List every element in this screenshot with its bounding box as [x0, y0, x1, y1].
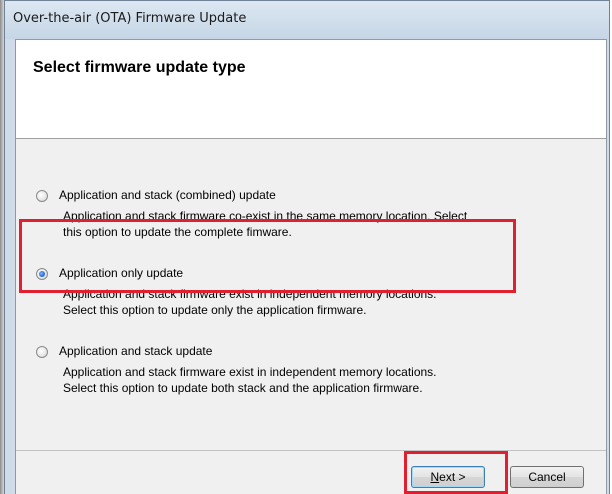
wizard-footer: Next > Cancel: [16, 450, 606, 494]
description-line: Select this option to update both stack …: [63, 381, 423, 395]
window-title: Over-the-air (OTA) Firmware Update: [13, 11, 247, 26]
screenshot-stage: Over-the-air (OTA) Firmware Update Selec…: [0, 0, 612, 494]
cancel-button[interactable]: Cancel: [510, 466, 584, 488]
options-panel: Application and stack (combined) update …: [16, 139, 606, 450]
radio-application-and-stack[interactable]: [36, 346, 48, 358]
description-line: Select this option to update only the ap…: [63, 303, 367, 317]
description-line: Application and stack firmware exist in …: [63, 365, 437, 379]
highlight-box-next-button: [404, 451, 508, 494]
option-label-application-and-stack[interactable]: Application and stack update: [59, 344, 212, 358]
page-title: Select firmware update type: [33, 59, 246, 76]
title-bar[interactable]: Over-the-air (OTA) Firmware Update: [5, 1, 609, 39]
option-description-application-and-stack: Application and stack firmware exist in …: [63, 364, 583, 396]
highlight-box-selected-option: [19, 219, 516, 293]
radio-combined-update[interactable]: [36, 190, 48, 202]
wizard-header: Select firmware update type: [16, 40, 606, 139]
option-application-and-stack[interactable]: Application and stack update Application…: [16, 334, 606, 396]
option-label-combined[interactable]: Application and stack (combined) update: [59, 188, 276, 202]
